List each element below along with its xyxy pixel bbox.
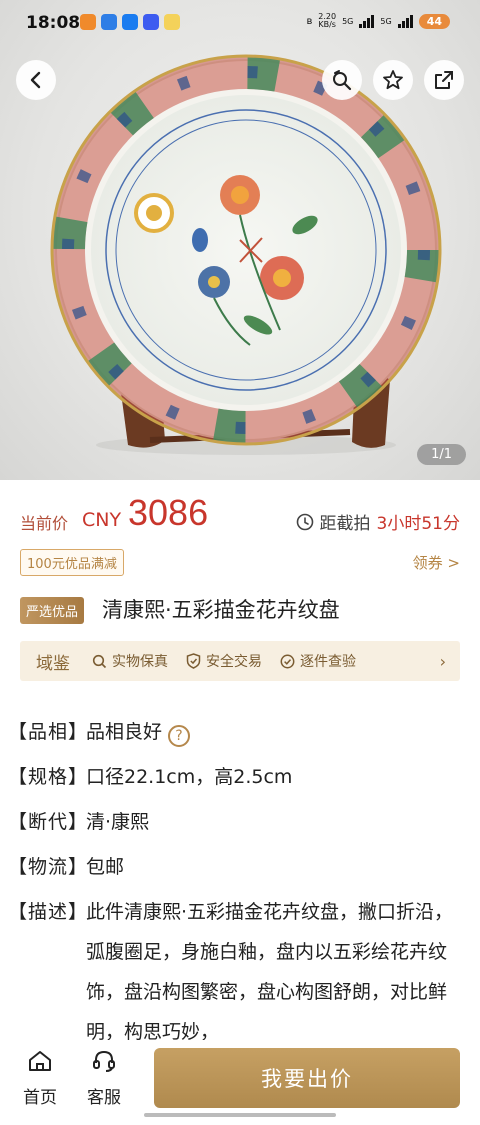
assurance-item-inspect: 逐件查验 [280,651,356,671]
share-icon [435,71,453,89]
clock-icon [296,513,313,530]
price-label: 当前价 [20,514,69,533]
image-counter: 1/1 [417,444,466,465]
assurance-item-secure: 安全交易 [186,651,262,671]
net-speed: 2.20 KB/s [318,12,337,29]
home-indicator[interactable] [144,1113,336,1117]
status-time: 18:08 [26,13,81,33]
status-indicators: ʙ 2.20 KB/s 5G 5G 44 [306,13,450,29]
app-notification-icon [101,14,117,30]
countdown-label: 距截拍 [319,514,371,534]
product-specs: 【品相】 品相良好? 【规格】 口径22.1cm，高2.5cm 【断代】 清·康… [8,710,468,1052]
assurance-item-authentic: 实物保真 [92,651,168,671]
product-image-gallery[interactable]: 18:08 ʙ 2.20 KB/s 5G 5G 44 1/1 [0,0,480,480]
back-button[interactable] [16,60,56,100]
coupon-row: 100元优品满减 领券 > [20,549,460,576]
network-type-1: 5G [342,16,354,26]
chevron-right-icon: › [439,651,446,671]
spec-value: 此件清康熙·五彩描金花卉纹盘，撇口折沿，弧腹圈足，身施白釉，盘内以五彩绘花卉纹饰… [86,901,454,1043]
home-button[interactable]: 首页 [15,1048,65,1108]
spec-period: 【断代】 清·康熙 [8,800,468,845]
spec-size: 【规格】 口径22.1cm，高2.5cm [8,755,468,800]
spec-key: 【规格】 [8,766,89,788]
customer-service-button[interactable]: 客服 [79,1048,129,1108]
bluetooth-icon: ʙ [306,15,313,27]
spec-key: 【描述】 [8,901,89,923]
spec-shipping: 【物流】 包邮 [8,845,468,890]
share-button[interactable] [424,60,464,100]
shield-icon [186,653,201,669]
chevron-left-icon [30,71,41,89]
spec-value: 品相良好 [86,721,163,743]
app-notification-icon [143,14,159,30]
get-coupon-link[interactable]: 领券 > [413,552,460,573]
app-notification-icon [164,14,180,30]
favorite-button[interactable] [373,60,413,100]
price-value: 3086 [128,492,209,533]
selected-badge: 严选优品 [20,597,85,624]
status-bar: 18:08 ʙ 2.20 KB/s 5G 5G 44 [0,0,480,48]
signal-icon [359,14,375,28]
image-search-icon [333,70,352,91]
network-type-2: 5G [380,16,392,26]
app-notification-icon [80,14,96,30]
spec-key: 【品相】 [8,721,89,743]
coupon-tag[interactable]: 100元优品满减 [20,549,124,576]
assurance-bar[interactable]: 域鉴 实物保真 安全交易 逐件查验 › [20,641,460,681]
spec-condition: 【品相】 品相良好? [8,710,468,755]
product-title-row: 严选优品 清康熙·五彩描金花卉纹盘 [20,594,460,626]
magnifier-icon [92,654,107,668]
star-icon [383,70,403,90]
countdown-value: 3小时51分 [376,514,460,534]
spec-key: 【断代】 [8,811,89,833]
spec-value: 口径22.1cm，高2.5cm [86,766,293,788]
spec-value: 清·康熙 [86,811,150,833]
spec-value: 包邮 [86,856,125,878]
alipay-icon [122,14,138,30]
price-row: 当前价 CNY 3086 距截拍 3小时51分 [20,492,460,536]
help-icon[interactable]: ? [168,725,191,747]
spec-key: 【物流】 [8,856,89,878]
assurance-brand: 域鉴 [36,653,70,674]
place-bid-button[interactable]: 我要出价 [154,1048,460,1108]
auction-countdown: 距截拍 3小时51分 [296,509,460,534]
battery-indicator: 44 [418,13,450,29]
spec-description: 【描述】 此件清康熙·五彩描金花卉纹盘，撇口折沿，弧腹圈足，身施白釉，盘内以五彩… [8,890,468,1052]
similar-search-button[interactable] [322,60,362,100]
check-circle-icon [280,654,295,668]
headset-icon [93,1050,115,1072]
home-icon [29,1051,51,1071]
product-title: 清康熙·五彩描金花卉纹盘 [102,598,340,622]
notification-icons [80,14,180,30]
price-currency: CNY [82,509,122,531]
signal-icon [397,14,413,28]
